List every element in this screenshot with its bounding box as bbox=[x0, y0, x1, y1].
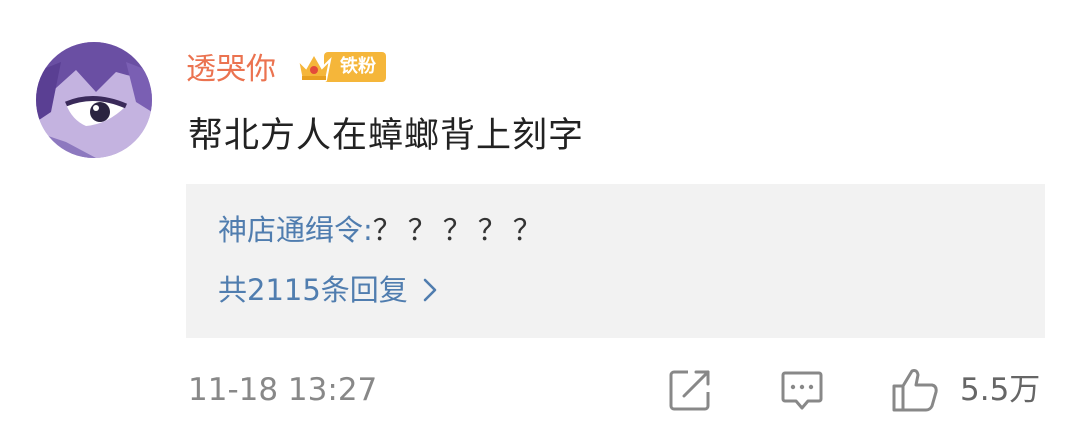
avatar-image bbox=[36, 42, 152, 158]
comment-icon bbox=[781, 371, 823, 410]
avatar[interactable] bbox=[36, 42, 152, 158]
like-button[interactable] bbox=[890, 366, 938, 414]
reply-line: 神店通缉令:？？？？？ bbox=[218, 210, 548, 250]
chevron-right-icon bbox=[423, 278, 437, 302]
reply-content: ？？？？？ bbox=[372, 213, 548, 247]
timestamp: 11-18 13:27 bbox=[188, 372, 378, 408]
comment-text: 帮北方人在蟑螂背上刻字 bbox=[188, 116, 585, 156]
comment-button[interactable] bbox=[778, 366, 826, 414]
username[interactable]: 透哭你 bbox=[186, 50, 276, 90]
reply-count-label: 共2115条回复 bbox=[218, 273, 408, 307]
reply-preview[interactable]: 神店通缉令:？？？？？ 共2115条回复 bbox=[186, 184, 1045, 338]
badge-label: 铁粉 bbox=[340, 56, 376, 77]
view-replies-link[interactable]: 共2115条回复 bbox=[218, 270, 438, 310]
share-icon bbox=[669, 370, 710, 411]
reply-author[interactable]: 神店通缉令 bbox=[218, 213, 363, 247]
reply-separator: : bbox=[363, 213, 373, 247]
share-button[interactable] bbox=[666, 366, 714, 414]
like-count: 5.5万 bbox=[960, 372, 1041, 408]
thumbs-up-icon bbox=[892, 369, 938, 412]
